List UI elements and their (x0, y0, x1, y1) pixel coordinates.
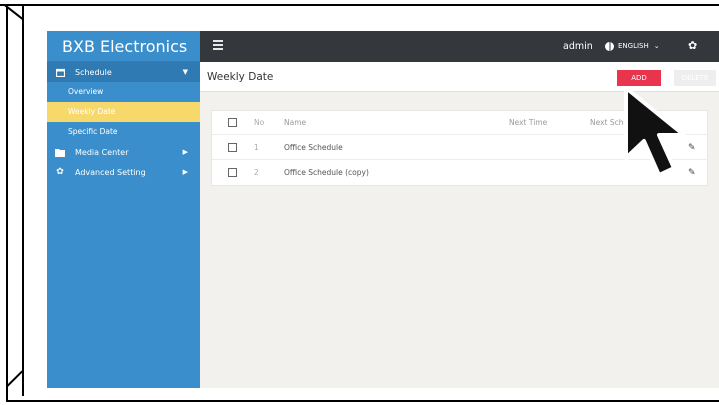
language-selector[interactable]: ENGLISH ⌄ (605, 31, 660, 62)
sidebar-item-schedule[interactable]: Schedule ▼ (47, 62, 200, 82)
top-bar: admin ENGLISH ⌄ ✿ (200, 31, 719, 62)
sidebar: BXB Electronics Schedule ▼ Overview Week… (47, 31, 200, 388)
caret-down-icon: ▼ (182, 68, 188, 76)
sidebar-item-label: Advanced Setting (75, 167, 146, 177)
gear-icon[interactable]: ✿ (688, 39, 697, 53)
caret-right-icon: ▶ (182, 148, 188, 156)
globe-icon (605, 42, 614, 51)
row-checkbox[interactable] (228, 143, 237, 152)
hamburger-icon[interactable] (213, 40, 223, 50)
app-window: BXB Electronics Schedule ▼ Overview Week… (47, 31, 719, 388)
row-number: 2 (254, 168, 259, 177)
sidebar-subitem-weekly-date[interactable]: Weekly Date (47, 102, 200, 122)
sidebar-item-advanced-setting[interactable]: ✿ Advanced Setting ▶ (47, 162, 200, 182)
user-menu[interactable]: admin (563, 31, 593, 62)
sidebar-subitem-specific-date[interactable]: Specific Date (47, 122, 200, 142)
column-header-name: Name (284, 118, 307, 127)
gear-icon: ✿ (56, 167, 64, 177)
select-all-checkbox[interactable] (228, 118, 237, 127)
folder-icon (55, 147, 65, 157)
column-header-no: No (254, 118, 265, 127)
row-number: 1 (254, 143, 259, 152)
chevron-down-icon: ⌄ (653, 42, 660, 50)
calendar-icon (55, 67, 65, 77)
caret-right-icon: ▶ (182, 168, 188, 176)
sidebar-subitem-overview[interactable]: Overview (47, 82, 200, 102)
row-name: Office Schedule (284, 143, 343, 152)
language-label: ENGLISH (618, 42, 649, 50)
sidebar-item-media-center[interactable]: Media Center ▶ (47, 142, 200, 162)
mouse-cursor-icon (624, 86, 686, 177)
page-title: Weekly Date (207, 71, 274, 83)
sidebar-item-label: Schedule (75, 67, 112, 77)
row-name: Office Schedule (copy) (284, 168, 369, 177)
sidebar-item-label: Media Center (75, 147, 129, 157)
row-checkbox[interactable] (228, 168, 237, 177)
column-header-next-time: Next Time (509, 118, 548, 127)
brand-logo[interactable]: BXB Electronics (47, 31, 200, 62)
